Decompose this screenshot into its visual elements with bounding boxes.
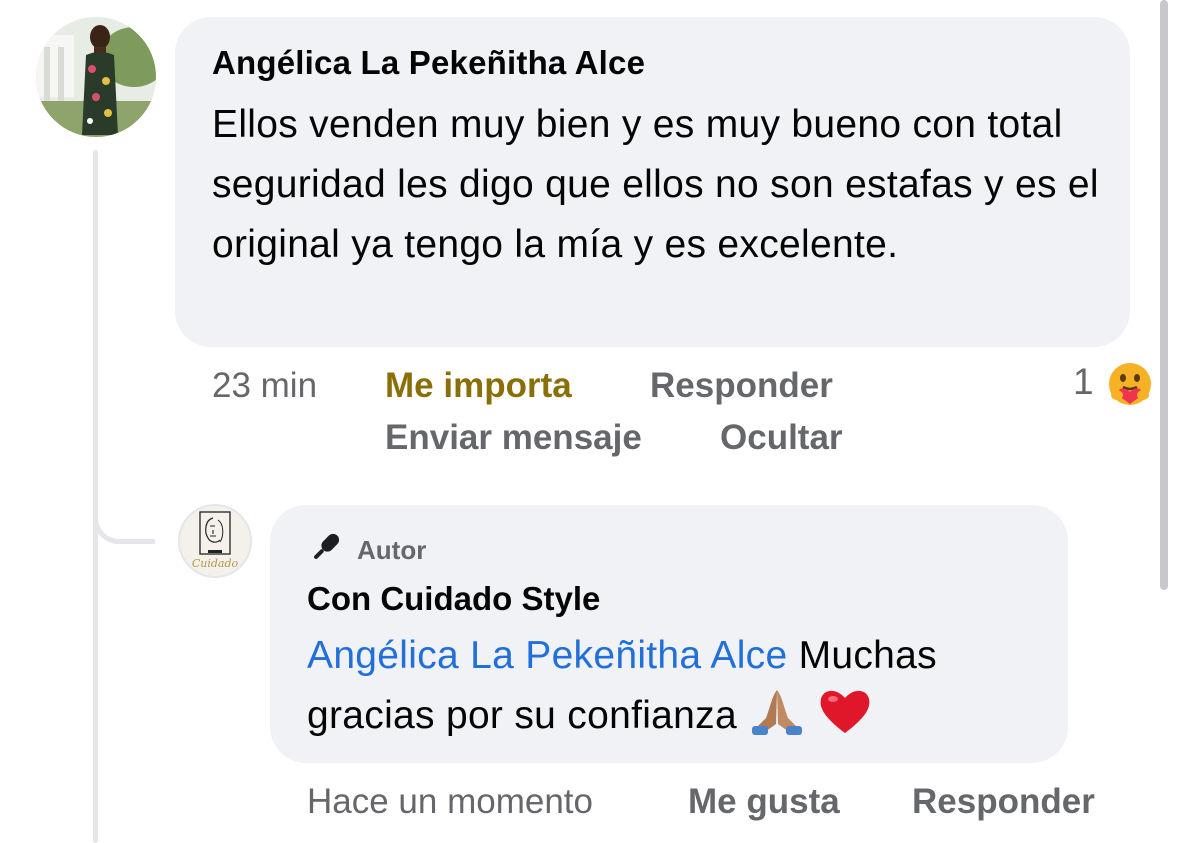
reply-author[interactable]: Con Cuidado Style — [307, 580, 600, 618]
avatar[interactable] — [36, 17, 156, 137]
send-message-button[interactable]: Enviar mensaje — [385, 416, 642, 460]
mention-link[interactable]: Angélica La Pekeñitha Alce — [307, 634, 787, 677]
red-heart-icon — [817, 686, 873, 736]
reply-button[interactable]: Responder — [650, 364, 833, 408]
folded-hands-icon — [748, 686, 806, 736]
comment-text: Ellos venden muy bien y es muy bueno con… — [212, 103, 1099, 266]
hide-button[interactable]: Ocultar — [720, 416, 843, 460]
care-reaction-icon[interactable] — [1104, 358, 1156, 410]
author-badge-label: Autor — [357, 534, 427, 565]
avatar[interactable]: Cuidado — [178, 504, 252, 578]
author-badge: Autor — [307, 530, 426, 570]
reply-button[interactable]: Responder — [912, 780, 1095, 824]
profile-photo — [36, 17, 156, 137]
reaction-count[interactable]: 1 — [1073, 360, 1094, 404]
comment-timestamp[interactable]: 23 min — [212, 364, 317, 408]
scrollbar[interactable] — [1160, 0, 1168, 590]
comment-author[interactable]: Angélica La Pekeñitha Alce — [212, 44, 645, 82]
comment-thread: Angélica La Pekeñitha Alce Ellos venden … — [0, 0, 1179, 843]
microphone-icon — [307, 528, 345, 573]
care-reaction-button[interactable]: Me importa — [385, 364, 572, 408]
reply-timestamp[interactable]: Hace un momento — [307, 780, 593, 824]
reply-text: Angélica La Pekeñitha Alce Muchas gracia… — [307, 626, 1052, 746]
thread-connector — [93, 490, 155, 544]
like-button[interactable]: Me gusta — [688, 780, 840, 824]
logo-wordmark: Cuidado — [191, 557, 239, 570]
